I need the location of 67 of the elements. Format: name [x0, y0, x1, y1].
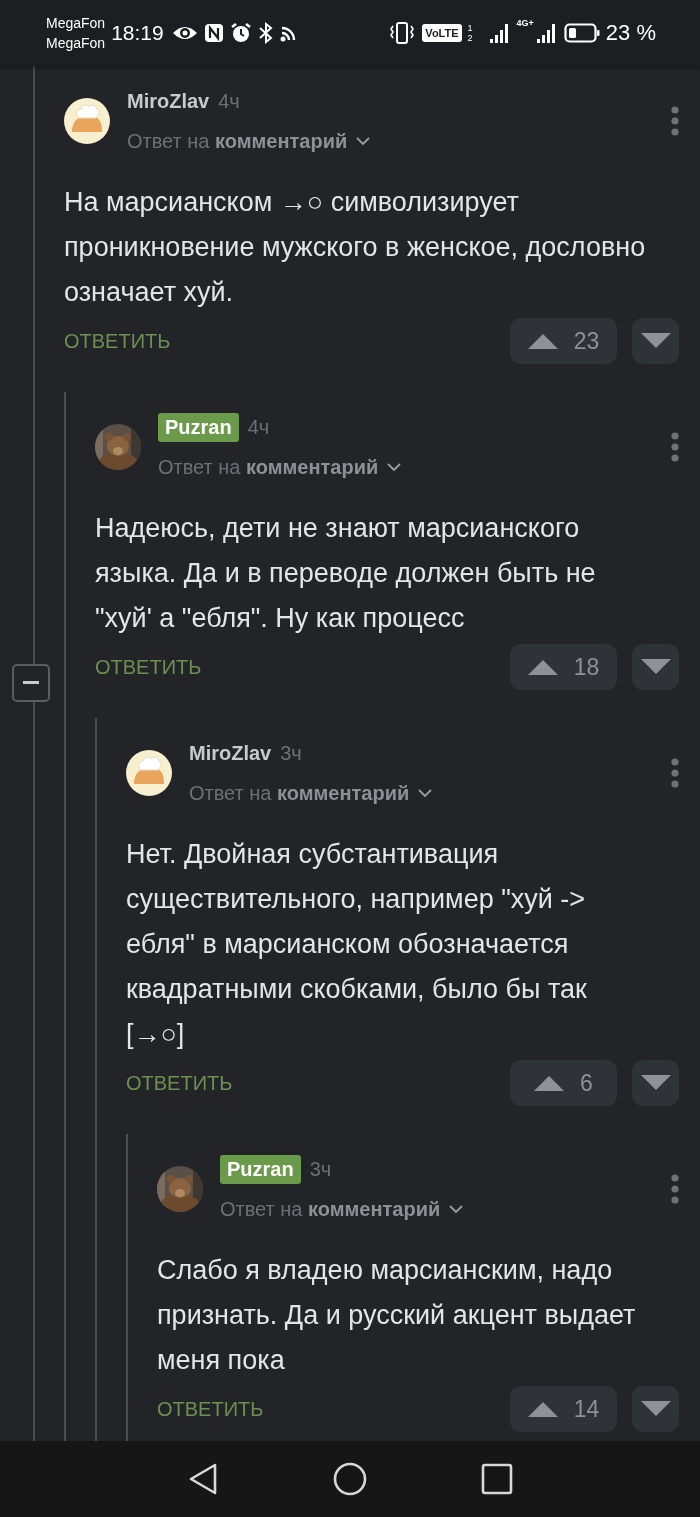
- comment-text: На марсианском →○ символизирует проникновение мужского в женское, дословно означает хуй.: [64, 186, 647, 309]
- author-name[interactable]: Puzran: [158, 412, 239, 442]
- reply-link[interactable]: ОТВЕТИТЬ: [95, 655, 510, 679]
- chef-avatar-icon: [64, 98, 110, 144]
- more-options-icon[interactable]: [671, 1174, 679, 1204]
- more-options-icon[interactable]: [671, 106, 679, 136]
- collapse-button[interactable]: [12, 664, 50, 702]
- bluetooth-icon: [257, 22, 274, 44]
- upvote-button[interactable]: 14: [510, 1386, 617, 1432]
- volte-badge: VoLTE: [422, 24, 462, 42]
- comment-time: 3ч: [309, 1157, 332, 1181]
- reply-to-link[interactable]: Ответ на комментарий: [158, 455, 379, 479]
- reply-link[interactable]: ОТВЕТИТЬ: [64, 329, 510, 353]
- signal-icon: [488, 22, 511, 44]
- sim-label: 2: [467, 33, 473, 43]
- upvote-button[interactable]: 18: [510, 644, 617, 690]
- minus-icon: [23, 681, 39, 685]
- back-icon[interactable]: [187, 1462, 219, 1496]
- reply-to-link[interactable]: Ответ на комментарий: [189, 781, 410, 805]
- chef-avatar-icon: [126, 750, 172, 796]
- nfc-icon: [203, 23, 224, 43]
- more-options-icon[interactable]: [671, 758, 679, 788]
- signal-icon: [535, 22, 558, 44]
- battery-percent: 23 %: [605, 20, 656, 46]
- carrier-name: MegaFon: [46, 14, 106, 33]
- sim-label: 1: [467, 23, 473, 33]
- triangle-down-icon: [640, 333, 671, 349]
- author-name[interactable]: MiroZlav: [189, 741, 272, 765]
- triangle-down-icon: [640, 659, 671, 675]
- author-name[interactable]: Puzran: [220, 1154, 301, 1184]
- recent-apps-icon[interactable]: [481, 1463, 513, 1495]
- downvote-button[interactable]: [632, 1060, 679, 1106]
- comment-text: Слабо я владею марсианским, надо признать. Да и русский акцент выдает меня пока: [157, 1254, 637, 1377]
- home-icon[interactable]: [333, 1462, 367, 1496]
- network-type: 4G+: [516, 18, 534, 28]
- upvote-button[interactable]: 23: [510, 318, 617, 364]
- upvote-button[interactable]: 6: [510, 1060, 617, 1106]
- alarm-icon: [229, 22, 252, 44]
- comment-time: 3ч: [280, 741, 302, 765]
- chevron-down-icon[interactable]: [355, 136, 372, 146]
- downvote-button[interactable]: [632, 644, 679, 690]
- chevron-down-icon[interactable]: [448, 1204, 465, 1214]
- triangle-down-icon: [640, 1075, 671, 1091]
- author-name[interactable]: MiroZlav: [127, 89, 210, 113]
- triangle-up-icon: [527, 1401, 558, 1417]
- battery-icon: [563, 22, 600, 44]
- comment-text: Нет. Двойная субстантивация существительного, например "хуй -> ебля" в марсианском обозначается квадратными скобками, было бы так [→○]: [126, 838, 588, 1051]
- comment-time: 4ч: [218, 89, 240, 113]
- downvote-button[interactable]: [632, 318, 679, 364]
- more-options-icon[interactable]: [671, 432, 679, 462]
- clock-time: 18:19: [111, 21, 164, 45]
- vibrate-icon: [388, 21, 417, 45]
- carrier-name: MegaFon: [46, 34, 106, 53]
- chevron-down-icon[interactable]: [386, 462, 403, 472]
- chevron-down-icon[interactable]: [417, 788, 434, 798]
- triangle-up-icon: [527, 659, 558, 675]
- reply-to-link[interactable]: Ответ на комментарий: [220, 1197, 441, 1221]
- comment-text: Надеюсь, дети не знают марсианского языка. Да и в переводе должен быть не "хуй' а "ебля". Ну как процесс: [95, 512, 597, 635]
- cast-icon: [279, 24, 298, 42]
- reply-link[interactable]: ОТВЕТИТЬ: [126, 1071, 510, 1095]
- triangle-down-icon: [640, 1401, 671, 1417]
- reply-link[interactable]: ОТВЕТИТЬ: [157, 1397, 510, 1421]
- triangle-up-icon: [534, 1075, 565, 1091]
- downvote-button[interactable]: [632, 1386, 679, 1432]
- reply-to-link[interactable]: Ответ на комментарий: [127, 129, 348, 153]
- comment-time: 4ч: [247, 415, 270, 439]
- triangle-up-icon: [527, 333, 558, 349]
